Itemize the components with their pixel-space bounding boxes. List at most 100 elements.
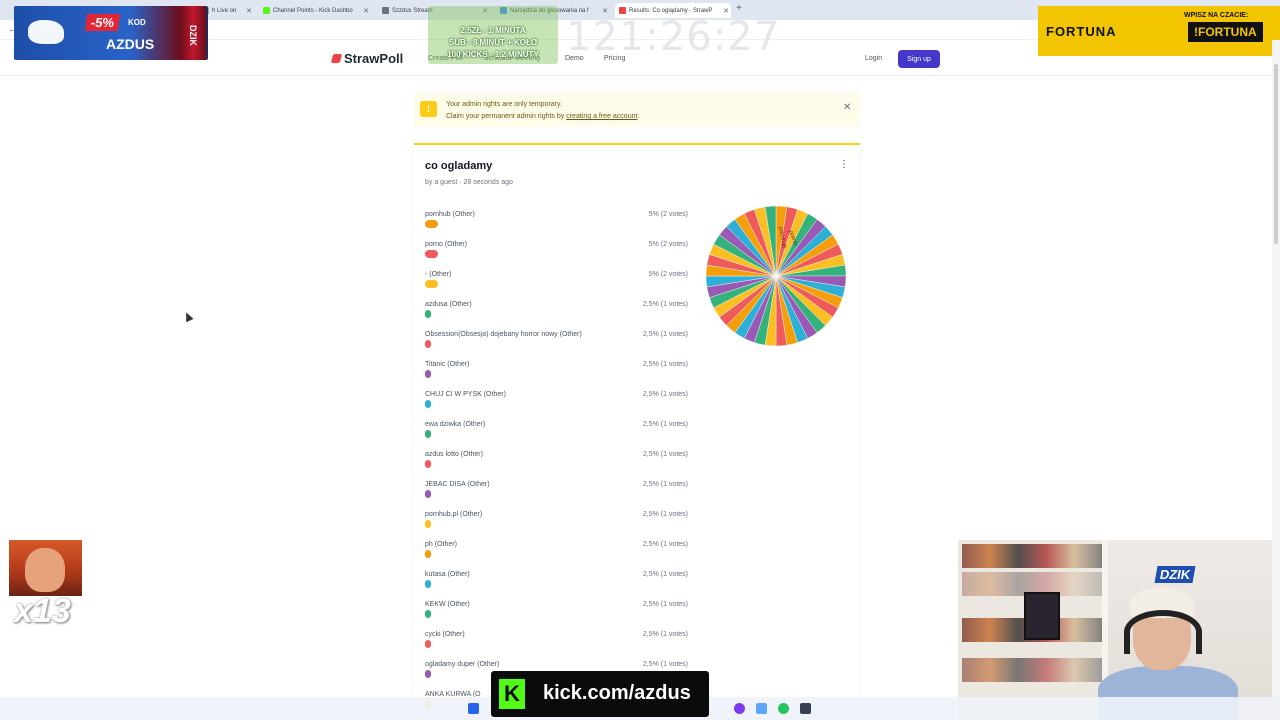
windows-start-icon[interactable] [468,703,479,714]
create-account-link[interactable]: creating a free account [566,113,637,120]
poll-option-row: Obsession(Obsesja) dojebany horror nowy … [425,331,688,361]
option-label: Obsession(Obsesja) dojebany horror nowy … [425,331,582,338]
login-link[interactable]: Login [865,55,882,62]
close-tab-icon[interactable]: ✕ [246,7,252,15]
option-bar-track [425,280,688,288]
poll-option-row: pornhub (Other) 5% (2 votes) [425,211,688,241]
option-bar-track [425,370,688,378]
option-result: 2,5% (1 votes) [642,541,688,548]
option-bar-track [425,220,688,228]
poll-option-row: JEBAC DISA (Other) 2,5% (1 votes) [425,481,688,511]
poll-option-row: porno (Other) 5% (2 votes) [425,241,688,271]
app-icon[interactable] [734,703,745,714]
promo-code: AZDUS [106,36,155,52]
kick-channel-banner: K kick.com/azdus [491,671,709,717]
display-case [1024,592,1060,640]
option-result: 2,5% (1 votes) [642,331,688,338]
option-bar-fill [425,220,438,228]
mouse-cursor-icon [182,310,194,323]
option-label: porno (Other) [425,241,468,248]
sponsor-brand: FORTUNA [1046,24,1117,39]
emote-face [25,548,65,592]
option-label: ph (Other) [425,541,457,548]
option-label: azdusa (Other) [425,301,472,308]
option-bar-track [425,490,688,498]
tab-label: Channel Points - Kick Dashbo [273,7,353,14]
option-label: azdus lotto (Other) [425,451,483,458]
logo-text: StrawPoll [344,51,404,66]
spotify-icon[interactable] [778,703,789,714]
option-bar-track [425,580,688,588]
webcam-brand-logo: DZIK [1154,566,1196,583]
poll-option-row: - (Other) 5% (2 votes) [425,271,688,301]
favicon-icon [382,7,389,14]
option-label: pornhub (Other) [425,211,475,218]
option-result: 2,5% (1 votes) [642,451,688,458]
option-result: 2,5% (1 votes) [642,661,688,668]
emote-image [9,540,82,596]
alert-line-2: Claim your permanent admin rights by cre… [446,111,639,123]
app-icon[interactable] [756,703,767,714]
signup-button[interactable]: Sign up [898,50,940,68]
option-bar-fill [425,640,432,648]
strawpoll-logo[interactable]: StrawPoll [330,51,404,66]
headset-icon [1124,610,1202,654]
tab-label: h Live on [212,7,237,14]
sponsor-command: !FORTUNA [1188,22,1263,42]
option-label: Titanic (Other) [425,361,470,368]
option-label: - (Other) [425,271,452,278]
poll-option-row: azdus lotto (Other) 2,5% (1 votes) [425,451,688,481]
option-label: kutasa (Other) [425,571,470,578]
option-bar-fill [425,310,432,318]
option-bar-fill [425,280,438,288]
poll-title: co ogladamy [425,160,493,172]
emote-count: x13 [14,592,71,630]
option-bar-track [425,520,688,528]
browser-tab-2[interactable]: Channel Points - Kick Dashbo ✕ [259,3,371,18]
kick-url: kick.com/azdus [543,682,691,704]
option-label: ewa dziwka (Other) [425,421,486,428]
option-bar-track [425,250,688,258]
option-bar-fill [425,580,432,588]
alert-line-2-suffix: . [637,113,640,120]
option-bar-fill [425,370,432,378]
option-bar-track [425,340,688,348]
option-label: KEKW (Other) [425,601,470,608]
option-result: 5% (2 votes) [648,211,688,218]
alert-line-1: Your admin rights are only temporary. [446,101,562,108]
option-bar-track [425,310,688,318]
shelf-row [962,658,1102,682]
terminal-icon[interactable] [800,703,811,714]
option-result: 2,5% (1 votes) [642,481,688,488]
option-result: 2,5% (1 votes) [642,391,688,398]
option-result: 2,5% (1 votes) [642,601,688,608]
promo-line: 100 KICKS - 1,2 MINUTY [447,50,539,59]
option-label: CHUJ CI W PYSK (Other) [425,391,506,398]
bull-logo-icon [28,20,64,44]
close-alert-icon[interactable]: ✕ [843,102,851,113]
logo-icon [330,54,343,63]
option-bar-fill [425,400,432,408]
code-caption: KOD [128,18,146,27]
close-tab-icon[interactable]: ✕ [363,7,369,15]
shelf-background [958,540,1108,720]
energy-can-image: DZIK [180,6,206,60]
poll-meta: by a guest · 28 seconds ago [425,179,513,186]
option-bar-track [425,610,688,618]
kick-logo-icon: K [499,679,525,709]
poll-results-card: co ogladamy by a guest · 28 seconds ago … [414,143,860,720]
promo-line: 2,5ZŁ - 1 MINUTA [460,26,526,35]
poll-option-row: azdusa (Other) 2,5% (1 votes) [425,301,688,331]
scrollbar-thumb[interactable] [1274,64,1278,244]
strawpoll-favicon-icon [619,7,626,14]
new-tab-icon[interactable]: + [736,3,742,14]
option-bar-track [425,550,688,558]
poll-option-row: pornhub.pl (Other) 2,5% (1 votes) [425,511,688,541]
poll-option-row: ph (Other) 2,5% (1 votes) [425,541,688,571]
option-result: 5% (2 votes) [648,241,688,248]
more-options-icon[interactable]: ⋮ [839,159,849,170]
results-wheel-chart: pornhub porno [705,205,847,347]
kick-favicon-icon [263,7,270,14]
option-label: JEBAC DISA (Other) [425,481,490,488]
sponsor-banner-left: -5% KOD AZDUS DZIK [14,6,208,60]
